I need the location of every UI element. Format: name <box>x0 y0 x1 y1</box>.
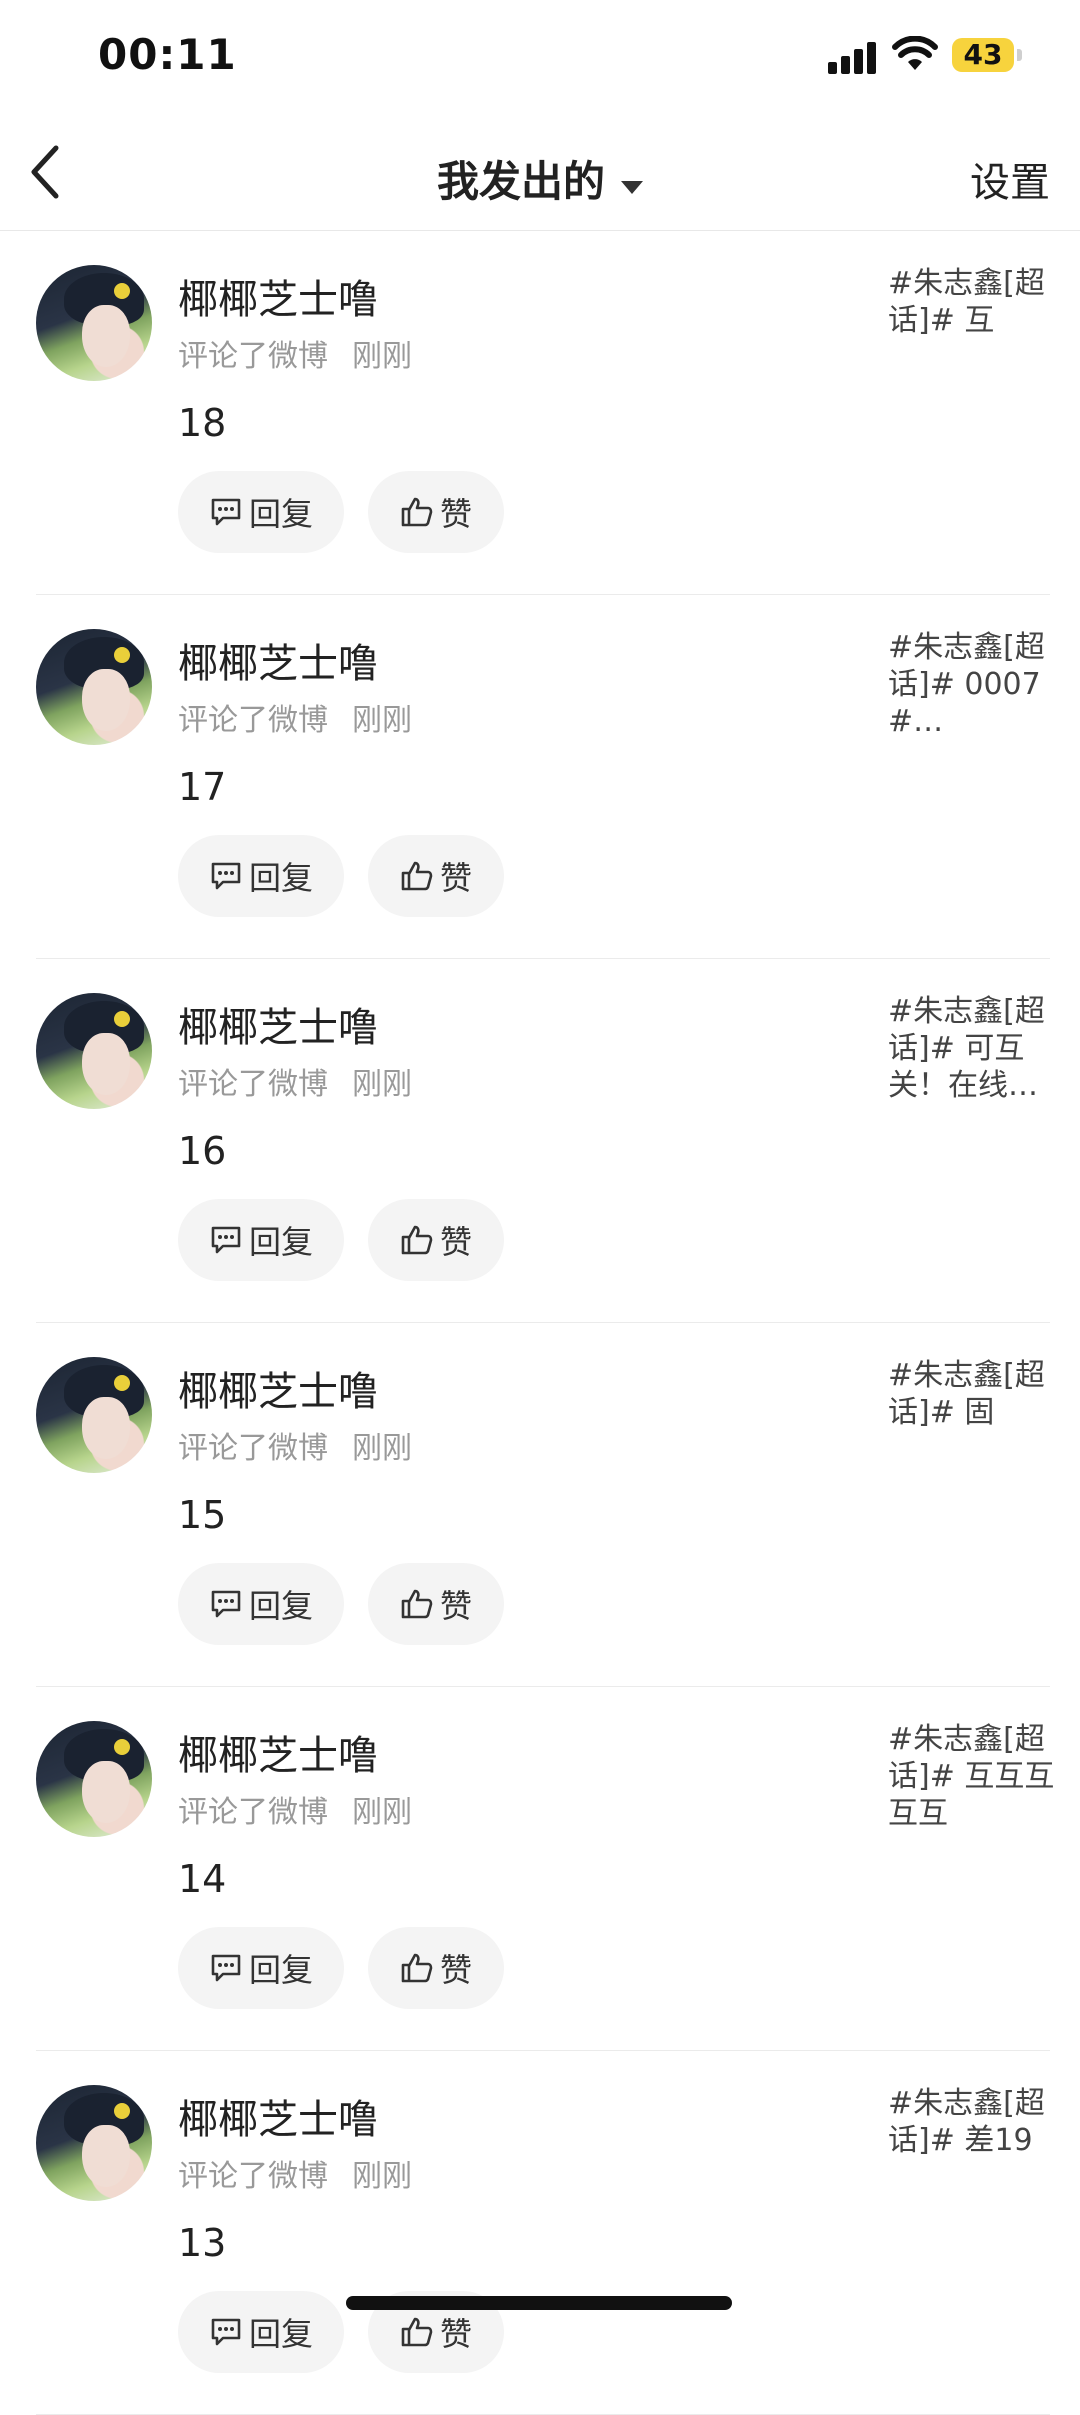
user-name[interactable]: 椰椰芝士噜 <box>178 267 378 325</box>
comment-list: 椰椰芝士噜 评论了微博 刚刚 18 #朱志鑫[超话]# 互 回复 赞 椰椰芝士噜 … <box>0 231 1080 2415</box>
weibo-topic-preview[interactable]: #朱志鑫[超话]# 差19 <box>888 2085 1058 2159</box>
comment-icon <box>211 862 241 890</box>
user-name[interactable]: 椰椰芝士噜 <box>178 1723 378 1781</box>
reply-label: 回复 <box>248 1223 313 1261</box>
list-item[interactable]: 椰椰芝士噜 评论了微博 刚刚 18 #朱志鑫[超话]# 互 回复 赞 <box>0 231 1080 595</box>
user-name[interactable]: 椰椰芝士噜 <box>178 631 378 689</box>
avatar[interactable] <box>36 993 152 1109</box>
thumbs-up-icon <box>401 1225 433 1255</box>
comment-icon <box>211 1590 241 1618</box>
reply-label: 回复 <box>248 1587 313 1625</box>
like-label: 赞 <box>439 1587 472 1625</box>
like-label: 赞 <box>439 1223 472 1261</box>
item-meta: 评论了微博 刚刚 <box>178 1059 412 1103</box>
settings-button[interactable]: 设置 <box>970 150 1050 208</box>
home-indicator <box>346 2296 732 2310</box>
avatar[interactable] <box>36 1721 152 1837</box>
list-item[interactable]: 椰椰芝士噜 评论了微博 刚刚 16 #朱志鑫[超话]# 可互关！在线… 回复 赞 <box>0 959 1080 1323</box>
action-text: 评论了微博 <box>178 1067 328 1102</box>
like-button[interactable]: 赞 <box>368 835 504 917</box>
reply-button[interactable]: 回复 <box>178 835 344 917</box>
list-item[interactable]: 椰椰芝士噜 评论了微博 刚刚 13 #朱志鑫[超话]# 差19 回复 赞 <box>0 2051 1080 2415</box>
comment-content: 17 <box>178 765 227 809</box>
reply-label: 回复 <box>248 2315 313 2353</box>
comment-content: 13 <box>178 2221 227 2265</box>
comment-icon <box>211 498 241 526</box>
wifi-icon <box>892 36 938 70</box>
like-label: 赞 <box>439 495 472 533</box>
title-dropdown[interactable]: 我发出的 <box>0 148 1080 209</box>
timestamp: 刚刚 <box>352 1431 412 1466</box>
weibo-topic-preview[interactable]: #朱志鑫[超话]# 可互关！在线… <box>888 993 1058 1104</box>
battery-icon: 43 <box>952 38 1014 72</box>
list-item[interactable]: 椰椰芝士噜 评论了微博 刚刚 17 #朱志鑫[超话]# 0007#… 回复 赞 <box>0 595 1080 959</box>
like-label: 赞 <box>439 2315 472 2353</box>
action-text: 评论了微博 <box>178 2159 328 2194</box>
comment-icon <box>211 1226 241 1254</box>
page-title: 我发出的 <box>436 157 605 206</box>
timestamp: 刚刚 <box>352 1067 412 1102</box>
avatar[interactable] <box>36 629 152 745</box>
comment-content: 14 <box>178 1857 227 1901</box>
item-meta: 评论了微博 刚刚 <box>178 331 412 375</box>
comment-content: 18 <box>178 401 227 445</box>
avatar[interactable] <box>36 2085 152 2201</box>
list-item[interactable]: 椰椰芝士噜 评论了微博 刚刚 14 #朱志鑫[超话]# 互互互互互 回复 赞 <box>0 1687 1080 2051</box>
comment-icon <box>211 2318 241 2346</box>
reply-button[interactable]: 回复 <box>178 2291 344 2373</box>
timestamp: 刚刚 <box>352 1795 412 1830</box>
battery-tip <box>1017 49 1022 61</box>
comment-content: 16 <box>178 1129 227 1173</box>
like-button[interactable]: 赞 <box>368 471 504 553</box>
like-button[interactable]: 赞 <box>368 1199 504 1281</box>
status-time: 00:11 <box>98 30 237 79</box>
item-meta: 评论了微博 刚刚 <box>178 1787 412 1831</box>
like-button[interactable]: 赞 <box>368 1927 504 2009</box>
user-name[interactable]: 椰椰芝士噜 <box>178 2087 378 2145</box>
list-item[interactable]: 椰椰芝士噜 评论了微博 刚刚 15 #朱志鑫[超话]# 固 回复 赞 <box>0 1323 1080 1687</box>
avatar[interactable] <box>36 265 152 381</box>
reply-label: 回复 <box>248 495 313 533</box>
comment-icon <box>211 1954 241 1982</box>
reply-button[interactable]: 回复 <box>178 1927 344 2009</box>
thumbs-up-icon <box>401 861 433 891</box>
reply-button[interactable]: 回复 <box>178 471 344 553</box>
nav-bar: 我发出的 设置 <box>0 120 1080 231</box>
timestamp: 刚刚 <box>352 703 412 738</box>
avatar[interactable] <box>36 1357 152 1473</box>
item-meta: 评论了微博 刚刚 <box>178 2151 412 2195</box>
weibo-topic-preview[interactable]: #朱志鑫[超话]# 固 <box>888 1357 1058 1431</box>
like-label: 赞 <box>439 1951 472 1989</box>
weibo-topic-preview[interactable]: #朱志鑫[超话]# 0007#… <box>888 629 1058 740</box>
reply-button[interactable]: 回复 <box>178 1199 344 1281</box>
weibo-topic-preview[interactable]: #朱志鑫[超话]# 互互互互互 <box>888 1721 1058 1832</box>
like-label: 赞 <box>439 859 472 897</box>
thumbs-up-icon <box>401 2317 433 2347</box>
thumbs-up-icon <box>401 1589 433 1619</box>
timestamp: 刚刚 <box>352 339 412 374</box>
thumbs-up-icon <box>401 497 433 527</box>
thumbs-up-icon <box>401 1953 433 1983</box>
timestamp: 刚刚 <box>352 2159 412 2194</box>
action-text: 评论了微博 <box>178 703 328 738</box>
user-name[interactable]: 椰椰芝士噜 <box>178 1359 378 1417</box>
reply-label: 回复 <box>248 1951 313 1989</box>
weibo-topic-preview[interactable]: #朱志鑫[超话]# 互 <box>888 265 1058 339</box>
like-button[interactable]: 赞 <box>368 1563 504 1645</box>
comment-content: 15 <box>178 1493 227 1537</box>
action-text: 评论了微博 <box>178 339 328 374</box>
cellular-signal-icon <box>828 40 880 74</box>
status-bar: 00:11 43 <box>0 0 1080 120</box>
action-text: 评论了微博 <box>178 1795 328 1830</box>
action-text: 评论了微博 <box>178 1431 328 1466</box>
caret-down-icon <box>621 181 643 194</box>
item-meta: 评论了微博 刚刚 <box>178 695 412 739</box>
reply-label: 回复 <box>248 859 313 897</box>
user-name[interactable]: 椰椰芝士噜 <box>178 995 378 1053</box>
item-meta: 评论了微博 刚刚 <box>178 1423 412 1467</box>
reply-button[interactable]: 回复 <box>178 1563 344 1645</box>
